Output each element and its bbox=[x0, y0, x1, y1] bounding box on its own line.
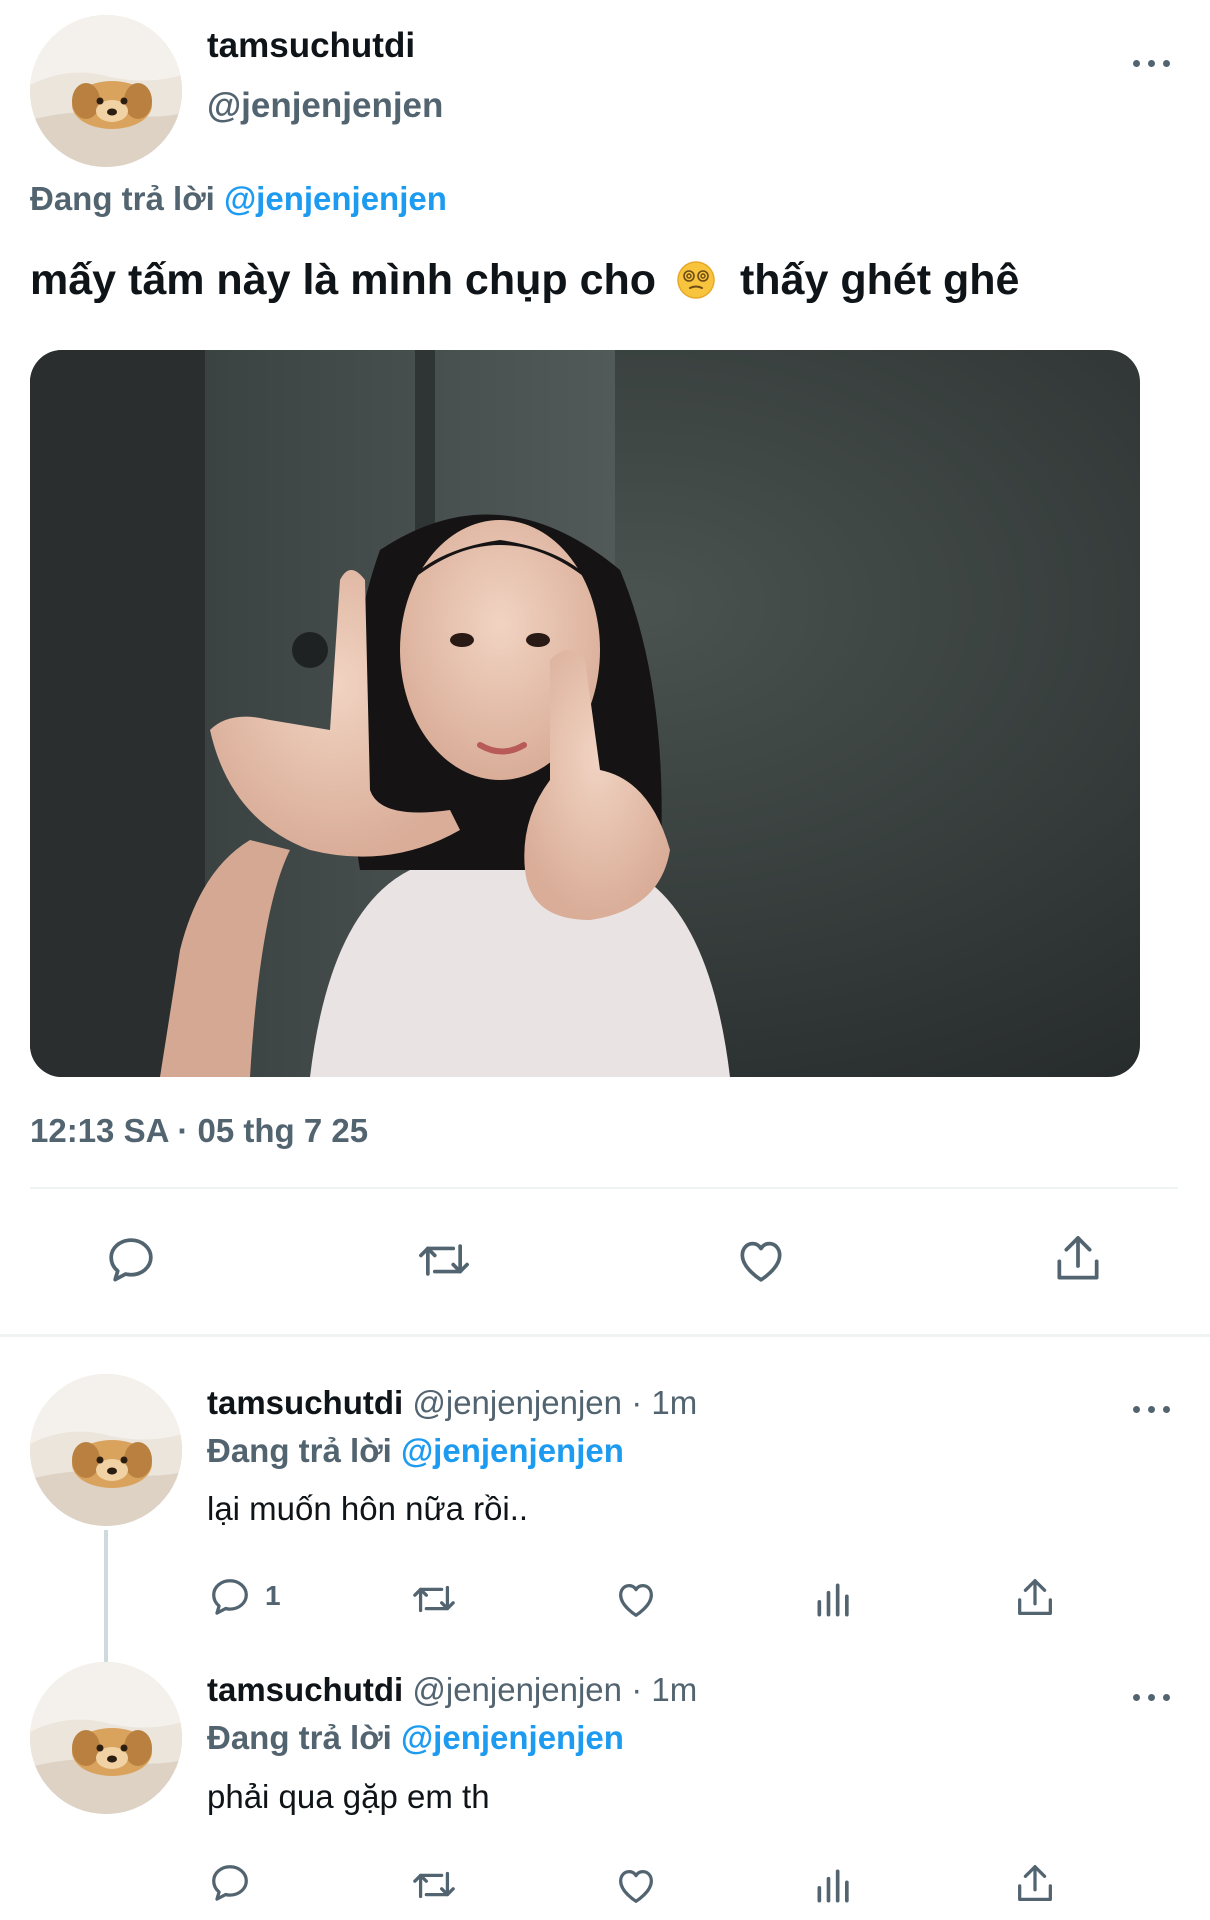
handle[interactable]: @jenjenjenjen bbox=[412, 1671, 622, 1708]
reply-text: lại muốn hôn nữa rồi.. bbox=[207, 1490, 529, 1527]
tweet-text: mấy tấm này là mình chụp cho thấy ghét g… bbox=[30, 256, 1019, 305]
reply-icon[interactable] bbox=[207, 1860, 253, 1906]
reply-context: Đang trả lời @jenjenjenjen bbox=[207, 1432, 624, 1470]
tweet-text-part-1: mấy tấm này là mình chụp cho bbox=[30, 256, 657, 304]
reply-icon[interactable] bbox=[207, 1574, 253, 1620]
retweet-icon[interactable] bbox=[414, 1232, 474, 1288]
like-icon[interactable] bbox=[732, 1232, 790, 1288]
avatar[interactable] bbox=[30, 1374, 182, 1526]
divider bbox=[30, 1187, 1178, 1189]
handle[interactable]: @jenjenjenjen bbox=[412, 1384, 622, 1421]
handle[interactable]: @jenjenjenjen bbox=[207, 86, 443, 126]
reply-text: phải qua gặp em th bbox=[207, 1778, 490, 1815]
dizzy-face-icon bbox=[676, 260, 716, 300]
divider bbox=[0, 1334, 1210, 1337]
reply-prefix: Đang trả lời bbox=[30, 180, 215, 217]
reply-to-link[interactable]: @jenjenjenjen bbox=[224, 180, 447, 217]
display-name[interactable]: tamsuchutdi bbox=[207, 1671, 403, 1708]
reply-context: Đang trả lời @jenjenjenjen bbox=[30, 180, 447, 218]
analytics-icon[interactable] bbox=[812, 1578, 856, 1622]
analytics-icon[interactable] bbox=[812, 1864, 856, 1908]
reply-time[interactable]: · 1m bbox=[631, 1384, 697, 1421]
share-icon[interactable] bbox=[1050, 1230, 1106, 1288]
reply-time[interactable]: · 1m bbox=[631, 1671, 697, 1708]
avatar[interactable] bbox=[30, 15, 182, 167]
display-name[interactable]: tamsuchutdi bbox=[207, 26, 415, 66]
reply-prefix: Đang trả lời bbox=[207, 1719, 392, 1756]
reply-prefix: Đang trả lời bbox=[207, 1432, 392, 1469]
reply-header: tamsuchutdi @jenjenjenjen · 1m bbox=[207, 1384, 697, 1422]
reply-header: tamsuchutdi @jenjenjenjen · 1m bbox=[207, 1671, 697, 1709]
share-icon[interactable] bbox=[1012, 1574, 1058, 1622]
reply-count: 1 bbox=[265, 1580, 281, 1611]
like-icon[interactable] bbox=[612, 1576, 660, 1622]
retweet-icon[interactable] bbox=[408, 1862, 460, 1908]
more-options-icon[interactable] bbox=[1133, 1690, 1173, 1704]
share-icon[interactable] bbox=[1012, 1860, 1058, 1908]
tweet-text-part-2: thấy ghét ghê bbox=[739, 256, 1020, 304]
tweet-photo[interactable] bbox=[30, 350, 1140, 1077]
avatar[interactable] bbox=[30, 1662, 182, 1814]
reply-to-link[interactable]: @jenjenjenjen bbox=[401, 1432, 624, 1469]
display-name[interactable]: tamsuchutdi bbox=[207, 1384, 403, 1421]
more-options-icon[interactable] bbox=[1133, 1402, 1173, 1416]
reply-to-link[interactable]: @jenjenjenjen bbox=[401, 1719, 624, 1756]
thread-line bbox=[104, 1530, 108, 1662]
tweet-timestamp[interactable]: 12:13 SA · 05 thg 7 25 bbox=[30, 1112, 368, 1150]
retweet-icon[interactable] bbox=[408, 1576, 460, 1622]
like-icon[interactable] bbox=[612, 1862, 660, 1908]
reply-context: Đang trả lời @jenjenjenjen bbox=[207, 1719, 624, 1757]
more-options-icon[interactable] bbox=[1133, 56, 1173, 70]
reply-icon[interactable] bbox=[103, 1232, 159, 1288]
